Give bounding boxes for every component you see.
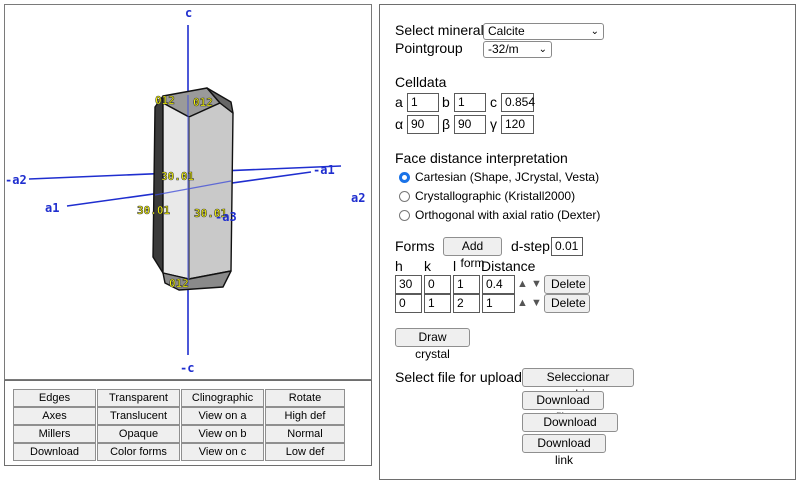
axes-button[interactable]: Axes <box>13 407 96 425</box>
cell-alpha-input[interactable]: 90 <box>407 115 439 134</box>
view-on-b-button[interactable]: View on b <box>181 425 264 443</box>
edges-button[interactable]: Edges <box>13 389 96 407</box>
header-l: l <box>453 258 457 274</box>
clinographic-button[interactable]: Clinographic <box>181 389 264 407</box>
crystal-canvas[interactable]: 012 012 012 30.01 30.01 30.01 c -c -a2 a… <box>5 5 371 379</box>
rotate-button[interactable]: Rotate <box>265 389 345 407</box>
cell-beta-input[interactable]: 90 <box>454 115 486 134</box>
delete-form2-button[interactable]: Delete <box>544 294 590 313</box>
cell-gamma-input[interactable]: 120 <box>501 115 534 134</box>
color-forms-button[interactable]: Color forms <box>97 443 180 461</box>
face-label: 30.01 <box>161 170 194 183</box>
form2-k-input[interactable]: 1 <box>424 294 451 313</box>
celldata-label: Celldata <box>395 74 447 90</box>
d-step-label: d-step <box>511 238 550 254</box>
controls-panel: Select mineral Calcite ⌄ Pointgroup -32/… <box>379 4 796 480</box>
draw-crystal-button[interactable]: Draw crystal <box>395 328 470 361</box>
face-label: 012 <box>155 94 175 107</box>
normal-def-button[interactable]: Normal <box>265 425 345 443</box>
radio-orthogonal[interactable]: Orthogonal with axial ratio (Dexter) <box>399 207 600 223</box>
choose-file-button[interactable]: Seleccionar archivo <box>522 368 634 401</box>
radio-icon[interactable] <box>399 190 410 202</box>
view-on-c-button[interactable]: View on c <box>181 443 264 461</box>
header-k: k <box>424 258 431 274</box>
axis-label-neg-a1: -a1 <box>313 163 335 177</box>
cell-a-label: a <box>395 94 403 110</box>
header-h: h <box>395 258 403 274</box>
cell-gamma-label: γ <box>490 116 497 132</box>
cell-alpha-label: α <box>395 116 404 132</box>
delete-form1-button[interactable]: Delete <box>544 275 590 294</box>
translucent-button[interactable]: Translucent <box>97 407 180 425</box>
axis-label-a2: a2 <box>351 191 365 205</box>
form2-l-input[interactable]: 2 <box>453 294 480 313</box>
increase-arrow-icon[interactable]: ▲ <box>516 277 529 292</box>
face-label: 012 <box>169 277 189 290</box>
axis-label-neg-a2: -a2 <box>5 173 27 187</box>
pointgroup-select[interactable]: -32/m ⌄ <box>483 41 552 58</box>
radio-selected-icon[interactable] <box>399 171 410 183</box>
form2-h-input[interactable]: 0 <box>395 294 422 313</box>
chevron-down-icon: ⌄ <box>538 44 547 55</box>
download-image-button[interactable]: Download image <box>522 413 618 446</box>
download-link-button[interactable]: Download link <box>522 434 606 467</box>
decrease-arrow-icon[interactable]: ▼ <box>530 277 543 292</box>
form1-l-input[interactable]: 1 <box>453 275 480 294</box>
high-def-button[interactable]: High def <box>265 407 345 425</box>
cell-a-input[interactable]: 1 <box>407 93 439 112</box>
form2-distance-input[interactable]: 1 <box>482 294 515 313</box>
cell-b-input[interactable]: 1 <box>454 93 486 112</box>
select-mineral-label: Select mineral <box>395 22 484 38</box>
crystal-model <box>152 87 234 291</box>
decrease-arrow-icon[interactable]: ▼ <box>530 296 543 311</box>
cell-c-input[interactable]: 0.854 <box>501 93 535 112</box>
radio-icon[interactable] <box>399 209 410 221</box>
download-file-button[interactable]: Download file <box>522 391 604 424</box>
view-options-panel: Edges Axes Millers Download Transparent … <box>4 380 372 466</box>
radio-cartesian[interactable]: Cartesian (Shape, JCrystal, Vesta) <box>399 169 599 185</box>
opaque-button[interactable]: Opaque <box>97 425 180 443</box>
low-def-button[interactable]: Low def <box>265 443 345 461</box>
radio-crystallographic[interactable]: Crystallographic (Kristall2000) <box>399 188 575 204</box>
axis-label-neg-c: -c <box>180 361 194 375</box>
chevron-down-icon: ⌄ <box>590 26 599 37</box>
face-distance-label: Face distance interpretation <box>395 150 568 166</box>
forms-label: Forms <box>395 238 435 254</box>
cell-beta-label: β <box>442 116 451 132</box>
header-distance: Distance <box>481 258 536 274</box>
cell-c-label: c <box>490 94 497 110</box>
crystal-viewer[interactable]: 012 012 012 30.01 30.01 30.01 c -c -a2 a… <box>4 4 372 380</box>
view-on-a-button[interactable]: View on a <box>181 407 264 425</box>
face-label: 012 <box>193 96 213 109</box>
mineral-select[interactable]: Calcite ⌄ <box>483 23 604 40</box>
increase-arrow-icon[interactable]: ▲ <box>516 296 529 311</box>
axis-label-c: c <box>185 6 192 20</box>
transparent-button[interactable]: Transparent <box>97 389 180 407</box>
d-step-input[interactable]: 0.01 <box>551 237 583 256</box>
face-label: 30.01 <box>137 204 170 217</box>
download-view-button[interactable]: Download <box>13 443 96 461</box>
cell-b-label: b <box>442 94 450 110</box>
millers-button[interactable]: Millers <box>13 425 96 443</box>
add-form-button[interactable]: Add form <box>443 237 502 270</box>
pointgroup-label: Pointgroup <box>395 40 463 56</box>
form1-k-input[interactable]: 0 <box>424 275 451 294</box>
axis-label-neg-a3: -a3 <box>215 210 237 224</box>
form1-h-input[interactable]: 30 <box>395 275 422 294</box>
upload-label: Select file for upload: <box>395 369 526 385</box>
form1-distance-input[interactable]: 0.4 <box>482 275 515 294</box>
axis-label-a1: a1 <box>45 201 59 215</box>
